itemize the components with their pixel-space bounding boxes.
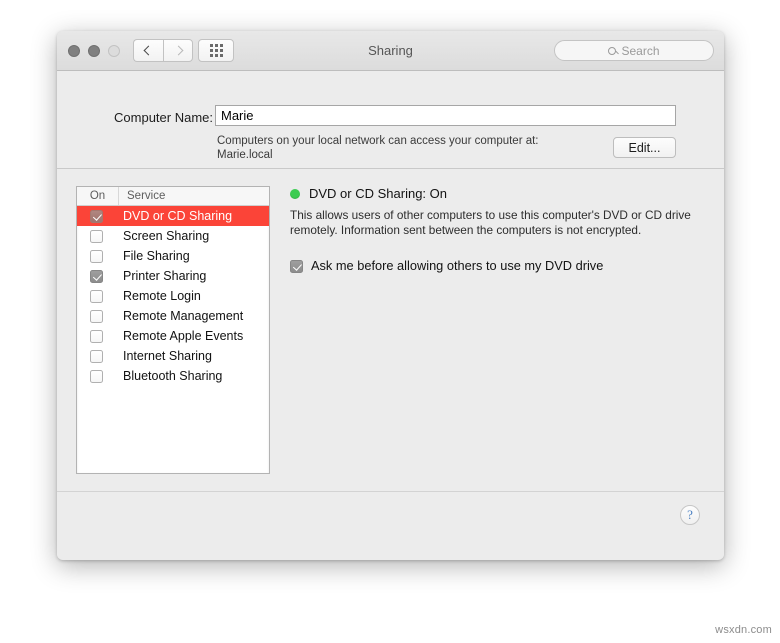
column-header-on: On — [77, 187, 119, 205]
status-indicator-dot — [290, 188, 300, 199]
hostname-note-line1: Computers on your local network can acce… — [217, 135, 539, 147]
service-checkbox[interactable] — [90, 329, 103, 343]
hostname-note-line2: Marie.local — [217, 149, 273, 161]
window-titlebar: Sharing Search — [57, 31, 724, 71]
column-header-service: Service — [127, 190, 166, 202]
service-row[interactable]: DVD or CD Sharing — [77, 206, 269, 226]
service-row[interactable]: Bluetooth Sharing — [77, 366, 269, 386]
computer-name-field[interactable] — [215, 105, 676, 126]
sharing-preferences-window: Sharing Search Computer Name: Computers … — [57, 31, 724, 560]
service-status-title: DVD or CD Sharing: On — [309, 186, 447, 201]
edit-button[interactable]: Edit... — [613, 137, 676, 158]
search-input[interactable]: Search — [554, 40, 714, 61]
service-label: Bluetooth Sharing — [123, 369, 223, 383]
service-checkbox[interactable] — [90, 229, 103, 243]
service-label: Remote Apple Events — [123, 329, 244, 343]
service-row[interactable]: Printer Sharing — [77, 266, 269, 286]
ask-before-allowing-row[interactable]: Ask me before allowing others to use my … — [290, 258, 702, 274]
service-row[interactable]: Remote Apple Events — [77, 326, 269, 346]
sharing-content: On Service DVD or CD Sharing Screen Shari… — [57, 169, 724, 491]
service-checkbox[interactable] — [90, 249, 103, 263]
service-checkbox[interactable] — [90, 289, 103, 303]
service-list[interactable]: On Service DVD or CD Sharing Screen Shari… — [76, 186, 270, 474]
search-icon — [608, 46, 617, 55]
ask-before-allowing-label: Ask me before allowing others to use my … — [311, 258, 604, 273]
service-list-header: On Service — [77, 187, 269, 206]
hostname-note: Computers on your local network can acce… — [217, 134, 617, 162]
ask-before-allowing-checkbox[interactable] — [290, 260, 303, 273]
service-label: Screen Sharing — [123, 229, 210, 243]
service-label: Remote Login — [123, 289, 201, 303]
service-label: Internet Sharing — [123, 349, 212, 363]
service-status-row: DVD or CD Sharing: On — [290, 186, 702, 201]
service-label: Printer Sharing — [123, 269, 207, 283]
service-label: DVD or CD Sharing — [123, 209, 233, 223]
service-checkbox[interactable] — [90, 269, 103, 283]
service-checkbox[interactable] — [90, 209, 103, 223]
computer-name-label: Computer Name: — [114, 110, 213, 125]
service-checkbox[interactable] — [90, 369, 103, 383]
service-rows: DVD or CD Sharing Screen Sharing File Shar… — [77, 206, 269, 386]
service-row[interactable]: File Sharing — [77, 246, 269, 266]
computer-name-section: Computer Name: Computers on your local n… — [57, 71, 724, 169]
watermark: wsxdn.com — [715, 624, 772, 636]
service-description: This allows users of other computers to … — [290, 208, 691, 237]
service-checkbox[interactable] — [90, 309, 103, 323]
help-button[interactable]: ? — [680, 505, 700, 525]
service-detail-panel: DVD or CD Sharing: On This allows users … — [290, 186, 702, 274]
window-footer: ? — [57, 491, 724, 558]
service-row[interactable]: Screen Sharing — [77, 226, 269, 246]
service-checkbox[interactable] — [90, 349, 103, 363]
search-placeholder: Search — [621, 43, 660, 58]
service-row[interactable]: Internet Sharing — [77, 346, 269, 366]
service-row[interactable]: Remote Login — [77, 286, 269, 306]
service-label: File Sharing — [123, 249, 190, 263]
service-label: Remote Management — [123, 309, 244, 323]
service-row[interactable]: Remote Management — [77, 306, 269, 326]
